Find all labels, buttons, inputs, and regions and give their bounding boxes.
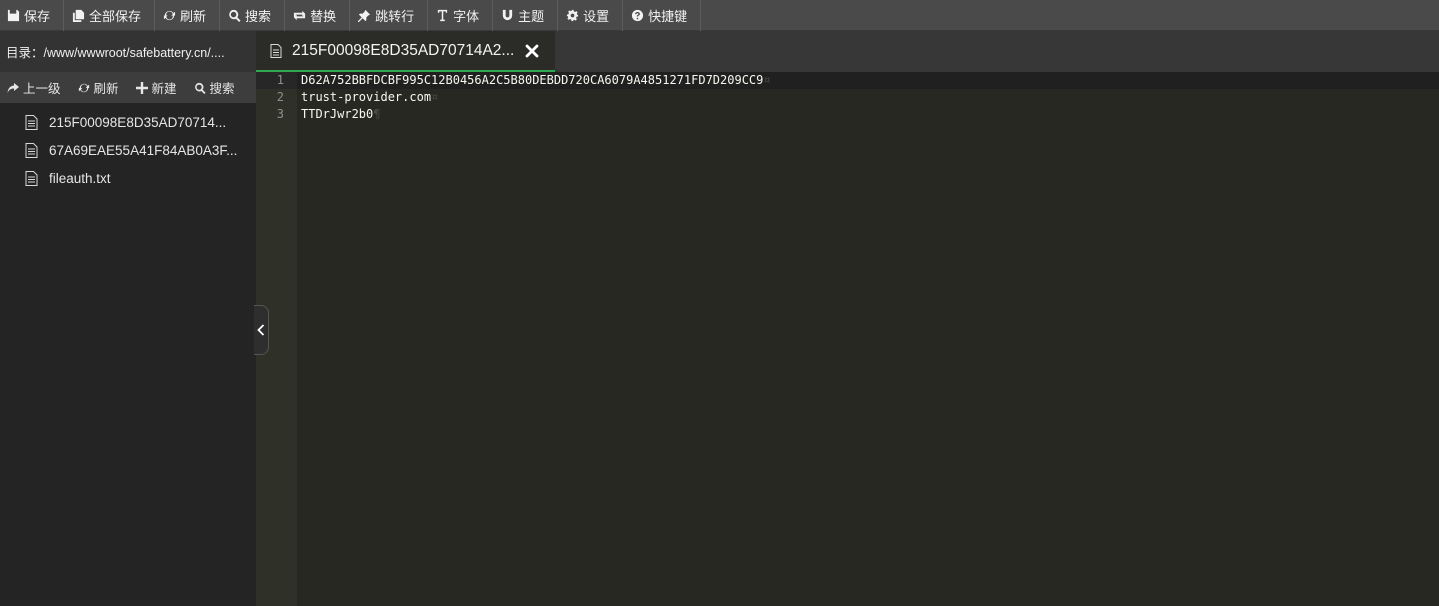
magnet-icon	[500, 9, 514, 23]
search-button-label: 搜索	[245, 9, 272, 24]
code-line[interactable]: trust-provider.com¤	[301, 89, 1439, 106]
parent-dir-button[interactable]: 上一级	[7, 78, 61, 97]
tab-bar: 215F00098E8D35AD70714A2...	[256, 31, 1439, 72]
replace-button-label: 替换	[310, 9, 337, 24]
eol-marker: ¤	[431, 90, 439, 104]
save-button[interactable]: 保存	[0, 0, 65, 31]
shortcuts-button-label: 快捷键	[648, 9, 688, 24]
refresh-button-label: 刷新	[180, 9, 207, 24]
file-icon	[270, 43, 282, 58]
plus-icon	[135, 81, 148, 94]
close-icon[interactable]	[524, 43, 540, 59]
save-button-label: 保存	[24, 9, 51, 24]
save-all-button[interactable]: 全部保存	[64, 0, 156, 31]
settings-button-label: 设置	[583, 9, 610, 24]
replace-button[interactable]: 替换	[285, 0, 351, 31]
file-list: 215F00098E8D35AD70714... 67A69EAE55A41F8…	[0, 103, 256, 192]
goto-line-button[interactable]: 跳转行	[350, 0, 429, 31]
line-number: 3	[276, 107, 284, 121]
directory-path: 目录：/www/wwwroot/safebattery.cn/....	[0, 31, 256, 72]
code-line-text: D62A752BBFDCBF995C12B0456A2C5B80DEBDD720…	[301, 73, 764, 87]
refresh-icon	[78, 83, 89, 92]
refresh-icon	[162, 9, 176, 23]
parent-dir-label: 上一级	[23, 82, 61, 96]
file-item[interactable]: fileauth.txt	[0, 164, 256, 192]
eol-marker: ¤	[763, 73, 771, 87]
sidebar-search-label: 搜索	[209, 82, 235, 96]
search-icon	[194, 82, 206, 94]
sidebar-search-button[interactable]: 搜索	[194, 78, 235, 97]
save-all-icon	[71, 9, 85, 23]
file-name: 67A69EAE55A41F84AB0A3F...	[49, 142, 238, 158]
sidebar-refresh-button[interactable]: 刷新	[78, 78, 119, 97]
search-icon	[227, 9, 241, 23]
file-item[interactable]: 215F00098E8D35AD70714...	[0, 108, 256, 136]
sidebar-refresh-label: 刷新	[93, 82, 119, 96]
file-item[interactable]: 67A69EAE55A41F84AB0A3F...	[0, 136, 256, 164]
tab-title: 215F00098E8D35AD70714A2...	[292, 41, 515, 59]
save-all-button-label: 全部保存	[89, 9, 142, 24]
code-line-text: TTDrJwr2b0	[301, 107, 374, 121]
file-icon	[25, 114, 38, 130]
goto-line-button-label: 跳转行	[375, 9, 415, 24]
theme-button-label: 主题	[518, 9, 545, 24]
code-line-text: trust-provider.com	[301, 90, 432, 104]
line-number: 1	[256, 72, 297, 89]
code-editor[interactable]: 1 2 3 D62A752BBFDCBF995C12B0456A2C5B80DE…	[256, 72, 1439, 606]
search-button[interactable]: 搜索	[220, 0, 286, 31]
floppy-icon	[6, 9, 20, 23]
eol-marker: ¶	[373, 107, 381, 121]
file-icon	[25, 142, 38, 158]
file-name: 215F00098E8D35AD70714...	[49, 114, 227, 130]
file-sidebar: 目录：/www/wwwroot/safebattery.cn/.... 上一级 …	[0, 31, 256, 606]
font-icon	[435, 9, 449, 23]
file-icon	[25, 170, 38, 186]
editor-tab[interactable]: 215F00098E8D35AD70714A2...	[256, 31, 555, 72]
new-file-label: 新建	[151, 82, 177, 96]
theme-button[interactable]: 主题	[493, 0, 559, 31]
help-icon	[630, 9, 644, 23]
pin-icon	[357, 9, 371, 23]
replace-icon	[292, 9, 306, 23]
code-line[interactable]: TTDrJwr2b0¶	[301, 106, 1439, 123]
code-content[interactable]: D62A752BBFDCBF995C12B0456A2C5B80DEBDD720…	[297, 72, 1439, 123]
code-line[interactable]: D62A752BBFDCBF995C12B0456A2C5B80DEBDD720…	[297, 72, 1439, 89]
share-arrow-icon	[7, 82, 19, 93]
line-number: 2	[276, 90, 284, 104]
font-button-label: 字体	[453, 9, 480, 24]
gear-icon	[565, 9, 579, 23]
toolbar: 保存 全部保存 刷新 搜索 替换 跳转行 字体 主题 设置 快捷键	[0, 0, 1439, 31]
refresh-button[interactable]: 刷新	[155, 0, 221, 31]
sidebar-actions: 上一级 刷新 新建 搜索	[0, 72, 256, 103]
settings-button[interactable]: 设置	[558, 0, 624, 31]
font-button[interactable]: 字体	[428, 0, 494, 31]
sidebar-collapse-handle[interactable]	[254, 305, 269, 355]
shortcuts-button[interactable]: 快捷键	[623, 0, 702, 31]
chevron-left-icon	[257, 324, 265, 336]
file-name: fileauth.txt	[49, 170, 111, 186]
new-file-button[interactable]: 新建	[135, 78, 177, 97]
